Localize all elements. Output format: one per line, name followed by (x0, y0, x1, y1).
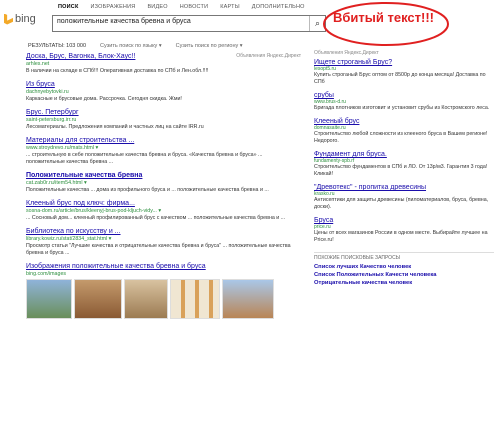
result-desc: В наличии на складе в СПб!!! Оперативная… (26, 68, 209, 74)
ad-title[interactable]: Бруса (314, 217, 494, 224)
result-item: Материалы для строительства ... www.stro… (26, 137, 301, 166)
image-thumb[interactable] (74, 279, 122, 319)
nav-maps[interactable]: КАРТЫ (220, 4, 240, 10)
nav-images[interactable]: ИЗОБРАЖЕНИЯ (91, 4, 136, 10)
related-item[interactable]: Список лучших Качество человек (314, 263, 494, 271)
related-item[interactable]: Отрицательные качества человек (314, 279, 494, 287)
ad-title[interactable]: Фундамент для бруса. (314, 151, 494, 158)
ad-title[interactable]: Клееный брус (314, 118, 494, 125)
ad-title[interactable]: срубы (314, 92, 494, 99)
ad-item: Ищете строганый Брус? lesopt5.ru Купить … (314, 59, 494, 86)
ad-desc: Цены от всех магазинов России в одном ме… (314, 230, 488, 243)
ads-header: Объявления Яндекс.Директ (314, 50, 379, 56)
result-title[interactable]: Брус. Петербург (26, 109, 301, 116)
result-url: saint-petersburg.irr.ru (26, 117, 77, 123)
related-item[interactable]: Список Положительных Качести человека (314, 271, 494, 279)
result-item: Брус. Петербург saint-petersburg.irr.ru … (26, 109, 301, 131)
nav-video[interactable]: ВИДЕО (147, 4, 167, 10)
result-title[interactable]: Изображения положительные качества бревн… (26, 263, 301, 270)
result-url: arhles.net (26, 61, 50, 67)
logo-text: bing (15, 13, 36, 25)
result-title[interactable]: Материалы для строительства ... (26, 137, 301, 144)
nav-search[interactable]: ПОИСК (58, 4, 79, 10)
result-url: bing.com/images (26, 271, 67, 277)
search-input[interactable]: положительные качества бревна и бруса (57, 18, 191, 25)
image-thumb[interactable] (170, 279, 220, 319)
ad-desc: Антисептики для защиты древесины (пилома… (314, 197, 489, 210)
result-url: sosna-dom.ru/article/brus/kleenyj-brus-p… (26, 208, 162, 214)
result-item: Положительные качества бревна cat.zab0r.… (26, 172, 301, 194)
result-url: www.stroydrevo.ru/mats.html ▾ (26, 145, 99, 151)
ad-item: срубы www.brus-d.ru Бригада плотников из… (314, 92, 494, 112)
bing-mark-icon (4, 13, 13, 25)
ad-label: Объявления Яндекс.Директ (236, 53, 301, 59)
result-item: Объявления Яндекс.Директ Доска, Брус, Ва… (26, 53, 301, 75)
result-item: Клееный брус под ключ: фирма... sosna-do… (26, 200, 301, 222)
result-item: Из бруса dachnyebytovki.ru Каркасные и б… (26, 81, 301, 103)
nav-news[interactable]: НОВОСТИ (180, 4, 209, 10)
ad-item: Бруса price.ru Цены от всех магазинов Ро… (314, 217, 494, 244)
bing-logo[interactable]: bing (4, 13, 36, 25)
ad-desc: Строительство любой сложности из клееног… (314, 131, 488, 144)
result-desc: ... Сосновый дом... клееный профилирован… (26, 215, 286, 221)
result-desc: ... строительную в себе положительные ка… (26, 152, 263, 165)
results-list: Объявления Яндекс.Директ Доска, Брус, Ва… (26, 53, 301, 323)
annotation-circle (323, 2, 449, 46)
results-meta: РЕЗУЛЬТАТЫ: 103 000 Сузить поиск по язык… (28, 43, 243, 49)
ad-desc: Купить строганый Брус оптом от 8500р до … (314, 72, 486, 85)
result-url: cat.zab0r.ru/item54.html ▾ (26, 180, 87, 186)
ads-sidebar: Объявления Яндекс.Директ Ищете строганый… (314, 50, 494, 287)
result-title[interactable]: Библиотека по искусству и ... (26, 228, 301, 235)
result-url: dachnyebytovki.ru (26, 89, 69, 95)
ad-title[interactable]: "Древотекс" - пропитка древесины (314, 184, 494, 191)
result-desc: Положительные качества ... дома из профи… (26, 187, 269, 193)
result-url: library.kowiz.ru/stat/2834_stat.html ▾ (26, 236, 112, 242)
ad-item: "Древотекс" - пропитка древесины krasko.… (314, 184, 494, 211)
image-thumb[interactable] (222, 279, 274, 319)
ad-item: Фундамент для бруса. fundamenty-spb.rf С… (314, 151, 494, 178)
filter-language[interactable]: Сузить поиск по языку ▾ (100, 43, 162, 49)
result-item: Библиотека по искусству и ... library.ko… (26, 228, 301, 257)
filter-region[interactable]: Сузить поиск по региону ▾ (176, 43, 243, 49)
result-title[interactable]: Положительные качества бревна (26, 172, 301, 179)
result-desc: Лесоматериалы. Предложения компаний и ча… (26, 124, 204, 130)
result-item: Изображения положительные качества бревн… (26, 263, 301, 319)
related-label: ПОХОЖИЕ ПОИСКОВЫЕ ЗАПРОСЫ (314, 255, 401, 261)
result-title[interactable]: Из бруса (26, 81, 301, 88)
image-thumb[interactable] (26, 279, 72, 319)
nav-more[interactable]: ДОПОЛНИТЕЛЬНО (252, 4, 305, 10)
top-nav: ПОИСК ИЗОБРАЖЕНИЯ ВИДЕО НОВОСТИ КАРТЫ ДО… (58, 4, 305, 10)
image-thumb[interactable] (124, 279, 168, 319)
result-desc: Каркасные и брусовые дома. Рассрочка. Се… (26, 96, 182, 102)
ad-desc: Бригада плотников изготовит и установит … (314, 105, 490, 111)
result-desc: Просмотр статьи "Лучшие качества и отриц… (26, 243, 291, 256)
results-count: РЕЗУЛЬТАТЫ: 103 000 (28, 43, 87, 49)
ad-desc: Строительство фундаментов в СПб и ЛО. От… (314, 164, 488, 177)
image-strip (26, 279, 301, 319)
annotation-text: Вбитый текст!!! (333, 10, 434, 25)
ad-item: Клееный брус domnasaite.ru Строительство… (314, 118, 494, 145)
ad-title[interactable]: Ищете строганый Брус? (314, 59, 494, 66)
search-box[interactable]: положительные качества бревна и бруса ⌕ (52, 15, 326, 32)
result-title[interactable]: Клееный брус под ключ: фирма... (26, 200, 301, 207)
related-searches: ПОХОЖИЕ ПОИСКОВЫЕ ЗАПРОСЫ Список лучших … (314, 252, 494, 287)
